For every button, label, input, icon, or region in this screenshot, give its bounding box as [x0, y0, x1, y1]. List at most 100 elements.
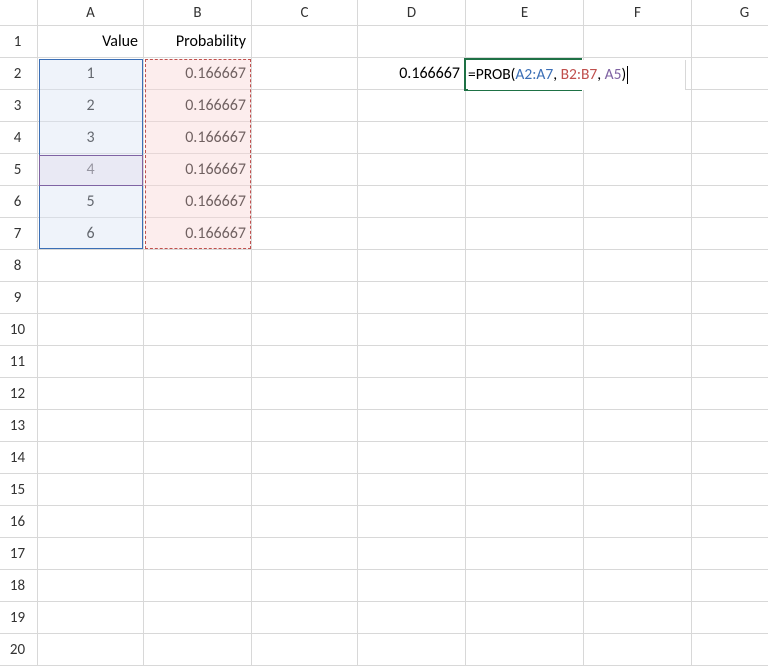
cell-E5[interactable]: [466, 154, 584, 186]
cell-A7[interactable]: 6: [38, 218, 144, 250]
cell-A10[interactable]: [38, 314, 144, 346]
cell-G8[interactable]: [692, 250, 768, 282]
cell-G9[interactable]: [692, 282, 768, 314]
cell-B9[interactable]: [144, 282, 252, 314]
col-header-C[interactable]: C: [252, 0, 358, 26]
cell-D8[interactable]: [358, 250, 466, 282]
cell-B5[interactable]: 0.166667: [144, 154, 252, 186]
cell-G14[interactable]: [692, 442, 768, 474]
cell-E6[interactable]: [466, 186, 584, 218]
spreadsheet-grid[interactable]: A B C D E F G 1 Value Probability 2 1 0.…: [0, 0, 768, 666]
cell-C18[interactable]: [252, 570, 358, 602]
cell-D3[interactable]: [358, 90, 466, 122]
cell-C5[interactable]: [252, 154, 358, 186]
row-header-10[interactable]: 10: [0, 314, 38, 346]
cell-B4[interactable]: 0.166667: [144, 122, 252, 154]
cell-B15[interactable]: [144, 474, 252, 506]
cell-B8[interactable]: [144, 250, 252, 282]
cell-F17[interactable]: [584, 538, 692, 570]
col-header-D[interactable]: D: [358, 0, 466, 26]
cell-G20[interactable]: [692, 634, 768, 666]
cell-F16[interactable]: [584, 506, 692, 538]
cell-E1[interactable]: [466, 26, 584, 58]
row-header-9[interactable]: 9: [0, 282, 38, 314]
cell-C4[interactable]: [252, 122, 358, 154]
cell-D11[interactable]: [358, 346, 466, 378]
row-header-19[interactable]: 19: [0, 602, 38, 634]
cell-E7[interactable]: [466, 218, 584, 250]
cell-B18[interactable]: [144, 570, 252, 602]
cell-B1[interactable]: Probability: [144, 26, 252, 58]
row-header-20[interactable]: 20: [0, 634, 38, 666]
cell-C2[interactable]: [252, 58, 358, 90]
cell-E14[interactable]: [466, 442, 584, 474]
cell-D15[interactable]: [358, 474, 466, 506]
cell-E13[interactable]: [466, 410, 584, 442]
cell-F9[interactable]: [584, 282, 692, 314]
cell-C17[interactable]: [252, 538, 358, 570]
cell-E12[interactable]: [466, 378, 584, 410]
cell-D17[interactable]: [358, 538, 466, 570]
cell-E11[interactable]: [466, 346, 584, 378]
row-header-18[interactable]: 18: [0, 570, 38, 602]
col-header-A[interactable]: A: [38, 0, 144, 26]
cell-G13[interactable]: [692, 410, 768, 442]
cell-D16[interactable]: [358, 506, 466, 538]
cell-C3[interactable]: [252, 90, 358, 122]
cell-G4[interactable]: [692, 122, 768, 154]
cell-A18[interactable]: [38, 570, 144, 602]
cell-C14[interactable]: [252, 442, 358, 474]
cell-D18[interactable]: [358, 570, 466, 602]
cell-D20[interactable]: [358, 634, 466, 666]
cell-B17[interactable]: [144, 538, 252, 570]
row-header-7[interactable]: 7: [0, 218, 38, 250]
cell-D12[interactable]: [358, 378, 466, 410]
cell-A19[interactable]: [38, 602, 144, 634]
cell-B20[interactable]: [144, 634, 252, 666]
cell-F12[interactable]: [584, 378, 692, 410]
cell-D14[interactable]: [358, 442, 466, 474]
cell-A11[interactable]: [38, 346, 144, 378]
cell-A9[interactable]: [38, 282, 144, 314]
row-header-11[interactable]: 11: [0, 346, 38, 378]
cell-A3[interactable]: 2: [38, 90, 144, 122]
cell-E4[interactable]: [466, 122, 584, 154]
cell-D7[interactable]: [358, 218, 466, 250]
cell-B10[interactable]: [144, 314, 252, 346]
row-header-8[interactable]: 8: [0, 250, 38, 282]
cell-D1[interactable]: [358, 26, 466, 58]
row-header-12[interactable]: 12: [0, 378, 38, 410]
cell-B2[interactable]: 0.166667: [144, 58, 252, 90]
cell-E8[interactable]: [466, 250, 584, 282]
cell-C12[interactable]: [252, 378, 358, 410]
cell-C20[interactable]: [252, 634, 358, 666]
cell-F13[interactable]: [584, 410, 692, 442]
cell-C6[interactable]: [252, 186, 358, 218]
cell-G1[interactable]: [692, 26, 768, 58]
cell-F5[interactable]: [584, 154, 692, 186]
row-header-17[interactable]: 17: [0, 538, 38, 570]
row-header-4[interactable]: 4: [0, 122, 38, 154]
cell-D10[interactable]: [358, 314, 466, 346]
col-header-G[interactable]: G: [692, 0, 768, 26]
cell-A6[interactable]: 5: [38, 186, 144, 218]
cell-E3[interactable]: [466, 90, 584, 122]
cell-F20[interactable]: [584, 634, 692, 666]
cell-B7[interactable]: 0.166667: [144, 218, 252, 250]
cell-A14[interactable]: [38, 442, 144, 474]
cell-G2[interactable]: [692, 58, 768, 90]
cell-E20[interactable]: [466, 634, 584, 666]
cell-G5[interactable]: [692, 154, 768, 186]
cell-G17[interactable]: [692, 538, 768, 570]
cell-A15[interactable]: [38, 474, 144, 506]
cell-A2[interactable]: 1: [38, 58, 144, 90]
row-header-13[interactable]: 13: [0, 410, 38, 442]
cell-G3[interactable]: [692, 90, 768, 122]
cell-C1[interactable]: [252, 26, 358, 58]
cell-A20[interactable]: [38, 634, 144, 666]
formula-editor[interactable]: =PROB(A2:A7, B2:B7, A5): [468, 60, 686, 90]
cell-C7[interactable]: [252, 218, 358, 250]
cell-G12[interactable]: [692, 378, 768, 410]
cell-G15[interactable]: [692, 474, 768, 506]
col-header-B[interactable]: B: [144, 0, 252, 26]
